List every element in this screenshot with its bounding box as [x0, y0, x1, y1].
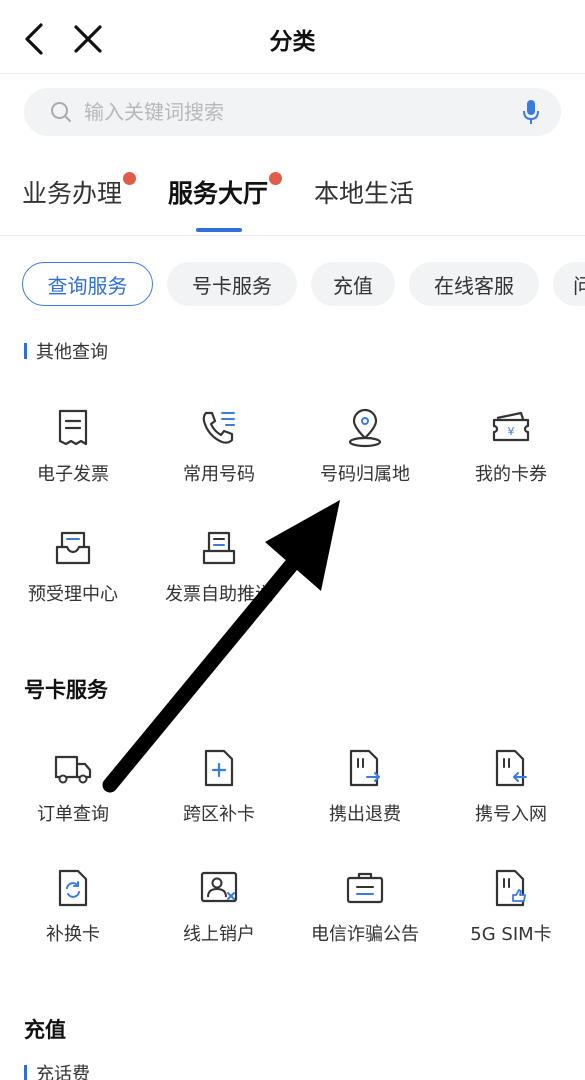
grid-item-label: 发票自助推送: [165, 584, 273, 605]
grid-item-label: 补换卡: [46, 924, 100, 945]
tab-service-hall[interactable]: 服务大厅: [168, 172, 283, 232]
tab-business[interactable]: 业务办理: [22, 172, 137, 210]
grid-item-e-invoice[interactable]: 电子发票: [0, 408, 146, 508]
chip-card-service[interactable]: 号卡服务: [167, 262, 297, 306]
chip-online-support[interactable]: 在线客服: [409, 262, 539, 306]
chip-recharge[interactable]: 充值: [311, 262, 395, 306]
subsection-heading-other-queries: 其他查询: [24, 338, 108, 364]
category-tabs: 业务办理 服务大厅 本地生活: [0, 160, 585, 236]
delivery-truck-icon: [53, 748, 93, 788]
grid-item-number-location[interactable]: 号码归属地: [292, 408, 438, 508]
heading-accent-bar: [24, 1065, 27, 1080]
sim-card-out-icon: [345, 748, 385, 788]
grid-item-label: 电子发票: [37, 464, 109, 485]
tab-label: 本地生活: [314, 179, 415, 208]
grid-item-fraud-notice[interactable]: 电信诈骗公告: [292, 868, 438, 968]
tab-label: 业务办理: [22, 179, 123, 208]
voice-search-button[interactable]: [513, 94, 549, 130]
grid-item-label: 携出退费: [329, 804, 401, 825]
coupon-icon: ¥: [491, 408, 531, 448]
grid-item-label: 预受理中心: [28, 584, 118, 605]
grid-item-label: 订单查询: [37, 804, 109, 825]
svg-text:¥: ¥: [508, 425, 515, 438]
section-title-recharge: 充值: [24, 1018, 66, 1042]
subsection-heading-phone-recharge: 充话费: [24, 1060, 90, 1080]
document-plus-icon: [199, 748, 239, 788]
microphone-icon: [523, 100, 539, 124]
inbox-document-icon: [53, 528, 93, 568]
receipt-icon: [53, 408, 93, 448]
chip-more[interactable]: 问: [553, 262, 585, 306]
search-icon: [51, 102, 71, 122]
notification-dot: [123, 172, 137, 185]
sub-category-chips: 查询服务 号卡服务 充值 在线客服 问: [0, 262, 585, 306]
search-input[interactable]: [84, 100, 484, 124]
id-card-cancel-icon: [199, 868, 239, 908]
top-bar: 分类: [0, 0, 585, 74]
search-bar[interactable]: [24, 88, 561, 136]
grid-item-port-in[interactable]: 携号入网: [438, 748, 584, 848]
grid-item-label: 我的卡券: [475, 464, 547, 485]
chip-query-service[interactable]: 查询服务: [22, 262, 153, 306]
tab-label: 服务大厅: [168, 179, 269, 208]
sim-card-5g-icon: [491, 868, 531, 908]
announcement-briefcase-icon: [345, 868, 385, 908]
grid-item-pre-acceptance-center[interactable]: 预受理中心: [0, 528, 146, 628]
grid-item-label: 常用号码: [183, 464, 255, 485]
grid-item-label: 5G SIM卡: [470, 924, 552, 945]
active-tab-indicator: [196, 228, 242, 232]
grid-item-5g-sim-card[interactable]: 5G SIM卡: [438, 868, 584, 968]
grid-item-cross-region-replacement[interactable]: 跨区补卡: [146, 748, 292, 848]
grid-item-label: 电信诈骗公告: [311, 924, 419, 945]
page-title: 分类: [269, 29, 316, 55]
heading-accent-bar: [24, 343, 27, 359]
grid-item-card-replacement[interactable]: 补换卡: [0, 868, 146, 968]
grid-item-order-query[interactable]: 订单查询: [0, 748, 146, 848]
sim-card-in-icon: [491, 748, 531, 788]
grid-item-label: 线上销户: [183, 924, 255, 945]
notification-dot: [269, 172, 283, 185]
grid-item-common-numbers[interactable]: 常用号码: [146, 408, 292, 508]
grid-item-invoice-push[interactable]: 发票自助推送: [146, 528, 292, 628]
subsection-heading-text: 其他查询: [36, 342, 108, 363]
section-title-card-service: 号卡服务: [24, 678, 108, 702]
invoice-push-icon: [199, 528, 239, 568]
grid-item-label: 携号入网: [475, 804, 547, 825]
location-pin-icon: [345, 408, 385, 448]
grid-item-online-cancellation[interactable]: 线上销户: [146, 868, 292, 968]
grid-item-port-out-refund[interactable]: 携出退费: [292, 748, 438, 848]
tab-local-life[interactable]: 本地生活: [314, 174, 414, 210]
grid-item-my-coupons[interactable]: ¥ 我的卡券: [438, 408, 584, 508]
subsection-heading-text: 充话费: [36, 1064, 90, 1080]
sim-card-refresh-icon: [53, 868, 93, 908]
grid-item-label: 跨区补卡: [183, 804, 255, 825]
phone-list-icon: [199, 408, 239, 448]
grid-item-label: 号码归属地: [320, 464, 410, 485]
